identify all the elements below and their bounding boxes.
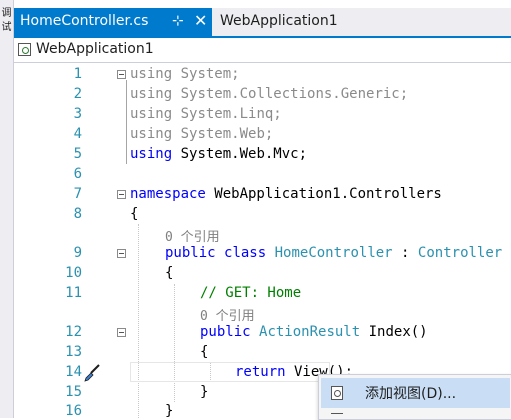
side-strip-glyph: 试 (1, 22, 12, 33)
indent-guide (174, 284, 175, 402)
collapse-toggle[interactable] (117, 328, 126, 337)
line-number: 3 (73, 106, 82, 122)
project-dropdown[interactable]: WebApplication1 (36, 41, 154, 57)
code-line[interactable]: { (165, 265, 173, 281)
collapse-toggle[interactable] (117, 249, 126, 258)
line-number: 5 (73, 146, 82, 162)
line-number: 12 (65, 324, 82, 340)
view-icon (331, 386, 343, 400)
line-number: 7 (73, 186, 82, 202)
menu-item-add-view[interactable]: 添加视图(D)... (321, 378, 510, 408)
code-line[interactable]: } (165, 403, 173, 419)
code-line[interactable]: } (200, 384, 208, 400)
menu-item-icon (331, 413, 343, 420)
line-number: 11 (65, 285, 82, 301)
code-line[interactable]: using System.Web; (130, 126, 273, 142)
side-strip-glyph: 调 (1, 8, 12, 19)
line-number: 2 (73, 86, 82, 102)
outline-bracket (126, 80, 127, 164)
line-number: 4 (73, 126, 82, 142)
code-line[interactable]: namespace WebApplication1.Controllers (130, 186, 442, 202)
line-number: 16 (65, 403, 82, 419)
close-icon[interactable]: ✕ (194, 11, 207, 30)
line-number: 1 (73, 66, 82, 82)
web-project-icon (18, 43, 31, 56)
code-line[interactable]: public class HomeController : Controller (165, 245, 502, 261)
code-line[interactable]: { (130, 206, 138, 222)
collapse-toggle[interactable] (117, 70, 126, 79)
quick-actions-brush-icon[interactable] (83, 364, 101, 382)
tab-title: HomeController.cs (20, 13, 149, 29)
code-line[interactable]: using System.Collections.Generic; (130, 86, 408, 102)
tab-title: WebApplication1 (220, 13, 338, 29)
codelens-references[interactable]: 0 个引用 (200, 305, 255, 324)
tab-webapplication1[interactable]: WebApplication1 (212, 8, 412, 36)
code-line[interactable]: using System.Web.Mvc; (130, 146, 307, 162)
line-number: 13 (65, 344, 82, 360)
line-number: 14 (65, 364, 82, 380)
code-line[interactable]: using System.Linq; (130, 106, 282, 122)
menu-item-label: 添加视图(D)... (365, 386, 457, 402)
code-line[interactable]: using System; (130, 66, 240, 82)
line-number: 15 (65, 384, 82, 400)
codelens-references[interactable]: 0 个引用 (165, 226, 220, 245)
indent-guide (138, 224, 139, 418)
navigation-bar[interactable]: WebApplication1 (14, 38, 511, 63)
pin-icon[interactable]: ⊹ (172, 13, 184, 29)
line-number: 9 (73, 245, 82, 261)
code-comment[interactable]: // GET: Home (200, 285, 301, 301)
context-menu: 添加视图(D)... (318, 374, 511, 420)
line-number: 6 (73, 166, 82, 182)
collapse-toggle[interactable] (117, 190, 126, 199)
line-number: 10 (65, 265, 82, 281)
left-tool-strip[interactable]: 调 试 (0, 0, 14, 418)
code-line[interactable]: public ActionResult Index() (200, 324, 428, 340)
tab-homecontroller[interactable]: HomeController.cs ⊹ ✕ (14, 8, 212, 36)
code-line[interactable]: { (200, 344, 208, 360)
line-number: 8 (73, 206, 82, 222)
